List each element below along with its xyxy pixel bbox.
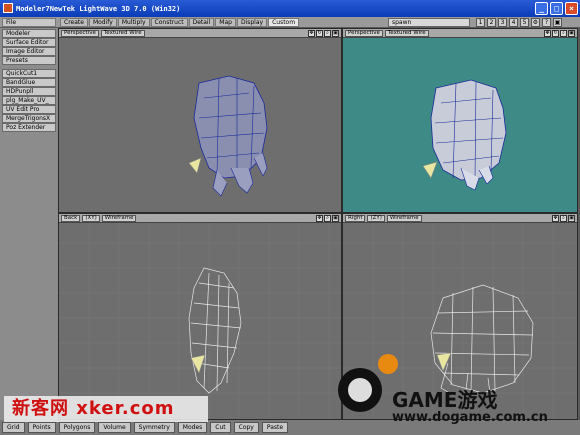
axis-dropdown[interactable]: (XY) — [82, 214, 100, 222]
cut-button[interactable]: Cut — [210, 422, 231, 433]
render-mode-dropdown[interactable]: Textured Wire — [100, 29, 145, 37]
tab-multiply[interactable]: Multiply — [117, 18, 150, 27]
copy-button[interactable]: Copy — [233, 422, 259, 433]
move-view-icon[interactable]: ✥ — [308, 30, 315, 37]
sidebar-item-uv-edit-pro[interactable]: UV Edit Pro — [2, 105, 56, 114]
settings-icon[interactable]: ⚙ — [531, 18, 540, 27]
view-type-dropdown[interactable]: Back — [61, 214, 81, 222]
viewport-bottom-left[interactable]: Back (XY) Wireframe ✥ ⌕ ▣ — [58, 213, 342, 420]
sidebar-item-make-uv[interactable]: plg_Make_UV_ — [2, 96, 56, 105]
hand-model-perspective — [188, 75, 268, 197]
tab-construct[interactable]: Construct — [150, 18, 188, 27]
move-view-icon[interactable]: ✥ — [544, 30, 551, 37]
layer-1-icon[interactable]: 1 — [476, 18, 485, 27]
axis-dropdown[interactable]: (ZY) — [367, 214, 385, 222]
minimize-button[interactable]: _ — [535, 2, 548, 15]
layer-3-icon[interactable]: 3 — [498, 18, 507, 27]
zoom-view-icon[interactable]: ⌕ — [324, 30, 331, 37]
view-type-dropdown[interactable]: Right — [345, 214, 366, 222]
watermark-brand: GAME游戏 — [392, 388, 498, 412]
sidebar-item-hdpunpll[interactable]: HDPunpll — [2, 87, 56, 96]
close-button[interactable]: × — [565, 2, 578, 15]
viewport-top-left[interactable]: Perspective Textured Wire ✥ ↻ ⌕ ▣ — [58, 28, 342, 213]
move-view-icon[interactable]: ✥ — [316, 215, 323, 222]
watermark-xker: 新客网 xker.com — [4, 396, 208, 422]
help-icon[interactable]: ? — [542, 18, 551, 27]
view-type-dropdown[interactable]: Perspective — [61, 29, 99, 37]
rotate-view-icon[interactable]: ↻ — [552, 30, 559, 37]
sidebar-item-poz-extender[interactable]: Poz Extender — [2, 123, 56, 132]
layer-2-icon[interactable]: 2 — [487, 18, 496, 27]
symmetry-button[interactable]: Symmetry — [133, 422, 175, 433]
toolbar-tabs: Create Modify Multiply Construct Detail … — [60, 18, 300, 27]
zoom-view-icon[interactable]: ⌕ — [560, 30, 567, 37]
points-button[interactable]: Points — [27, 422, 56, 433]
maximize-view-icon[interactable]: ▣ — [568, 30, 575, 37]
sidebar-item-merge-trigons[interactable]: MergeTrigonsX — [2, 114, 56, 123]
maximize-view-icon[interactable]: ▣ — [332, 30, 339, 37]
sidebar-item-surface-editor[interactable]: Surface Editor — [2, 38, 56, 47]
layer-4-icon[interactable]: 4 — [509, 18, 518, 27]
render-mode-dropdown[interactable]: Wireframe — [386, 214, 422, 222]
hand-model-back-wireframe — [59, 223, 341, 419]
window-title: Modeler7NewTek LightWave 3D 7.0 (Win32) — [16, 4, 181, 13]
tab-create[interactable]: Create — [60, 18, 88, 27]
sidebar-item-presets[interactable]: Presets — [2, 56, 56, 65]
watermark-dogame: GAME游戏 www.dogame.com.cn — [330, 352, 580, 432]
lightwave-app-icon — [3, 3, 13, 13]
layer-5-icon[interactable]: 5 — [520, 18, 529, 27]
watermark-url: www.dogame.com.cn — [392, 410, 548, 425]
layer-select-dropdown[interactable]: spawn — [388, 18, 470, 27]
file-menu-button[interactable]: File — [2, 18, 56, 27]
zoom-view-icon[interactable]: ⌕ — [560, 215, 567, 222]
tab-modify[interactable]: Modify — [88, 18, 117, 27]
zoom-view-icon[interactable]: ⌕ — [324, 215, 331, 222]
polygons-button[interactable]: Polygons — [58, 422, 96, 433]
toolbar-icons: 1 2 3 4 5 ⚙ ? ▣ — [476, 18, 562, 27]
move-view-icon[interactable]: ✥ — [552, 215, 559, 222]
sidebar-item-quickcut[interactable]: QuickCut1 — [2, 69, 56, 78]
window-titlebar: Modeler7NewTek LightWave 3D 7.0 (Win32) … — [0, 0, 580, 17]
sidebar-item-modeler[interactable]: Modeler — [2, 29, 56, 38]
maximize-view-icon[interactable]: ▣ — [568, 215, 575, 222]
maximize-view-icon[interactable]: ▣ — [332, 215, 339, 222]
maximize-button[interactable]: □ — [550, 2, 563, 15]
render-mode-dropdown[interactable]: Wireframe — [101, 214, 137, 222]
hand-model-perspective-textured — [422, 79, 507, 191]
rotate-view-icon[interactable]: ↻ — [316, 30, 323, 37]
watermark-left-text: 新客网 xker.com — [12, 398, 175, 419]
volume-button[interactable]: Volume — [98, 422, 131, 433]
modes-button[interactable]: Modes — [177, 422, 208, 433]
tab-display[interactable]: Display — [236, 18, 268, 27]
tab-detail[interactable]: Detail — [188, 18, 215, 27]
tab-map[interactable]: Map — [215, 18, 236, 27]
sidebar: Modeler Surface Editor Image Editor Pres… — [0, 28, 58, 420]
viewport-top-right[interactable]: Perspective Textured Wire ✥ ↻ ⌕ ▣ — [342, 28, 578, 213]
paste-button[interactable]: Paste — [261, 422, 289, 433]
view-type-dropdown[interactable]: Perspective — [345, 29, 383, 37]
sidebar-item-bandglue[interactable]: BandGlue — [2, 78, 56, 87]
sidebar-item-image-editor[interactable]: Image Editor — [2, 47, 56, 56]
render-mode-dropdown[interactable]: Textured Wire — [384, 29, 429, 37]
grid-button[interactable]: Grid — [2, 422, 25, 433]
expand-icon[interactable]: ▣ — [553, 18, 562, 27]
tab-custom[interactable]: Custom — [268, 18, 300, 27]
